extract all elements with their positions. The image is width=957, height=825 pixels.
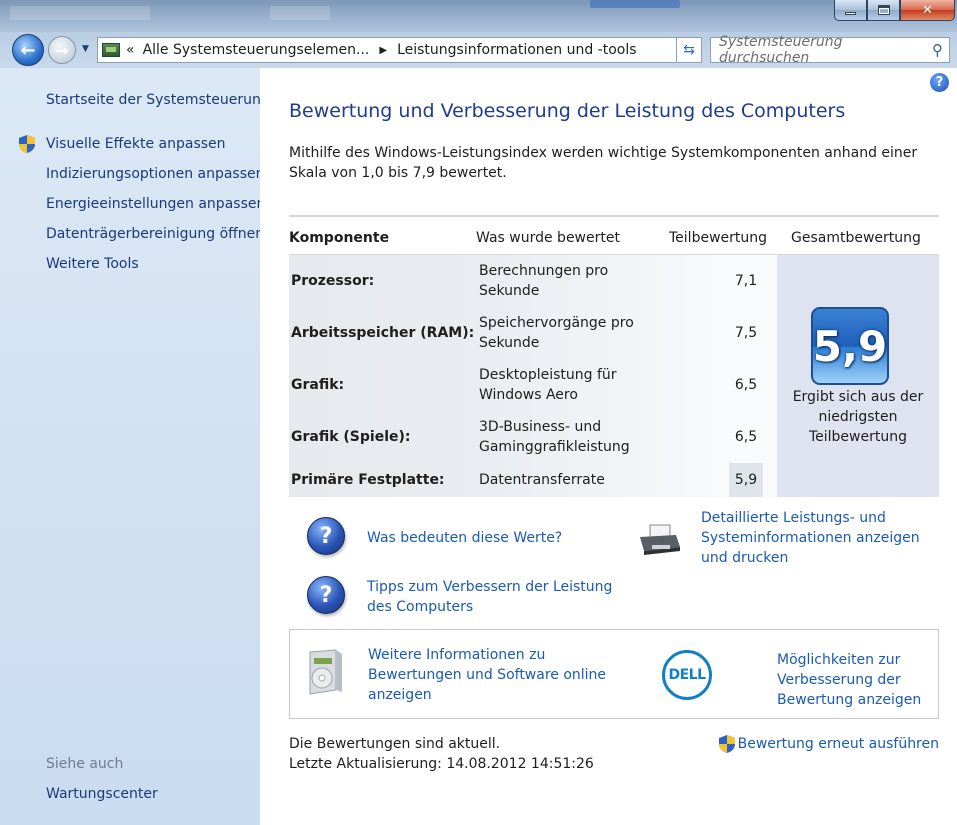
table-body: Prozessor: Berechnungen pro Sekunde 7,1 … (289, 255, 939, 497)
address-segment-performance[interactable]: Leistungsinformationen und -tools (397, 42, 636, 58)
component-name: Grafik: (291, 377, 345, 393)
rerun-assessment-label[interactable]: Bewertung erneut ausführen (738, 734, 939, 754)
help-icon[interactable]: ? (930, 73, 949, 92)
address-separator[interactable]: ▶ (379, 45, 387, 56)
see-also-heading: Siehe auch (46, 756, 124, 772)
refresh-button[interactable]: ⇆ (676, 37, 702, 63)
sidebar-item-disk-cleanup[interactable]: Datenträgerbereinigung öffnen (46, 226, 264, 242)
subscore-value: 7,5 (734, 325, 758, 341)
total-score-caption: Ergibt sich aus der niedrigsten Teilbewe… (792, 389, 924, 445)
table-row: Grafik: Desktopleistung für Windows Aero… (289, 359, 777, 411)
total-score-panel: 5,9 Ergibt sich aus der niedrigsten Teil… (777, 255, 939, 497)
info-box: Weitere Informationen zu Bewertungen und… (289, 629, 939, 719)
search-input[interactable]: Systemsteuerung durchsuchen ⚲ (710, 34, 950, 66)
close-icon: ✕ (922, 2, 933, 18)
link-what-values-mean[interactable]: Was bedeuten diese Werte? (367, 528, 562, 548)
link-detailed-info[interactable]: Detaillierte Leistungs- und Systeminform… (701, 508, 946, 568)
question-icon: ? (307, 576, 345, 614)
table-row: Grafik (Spiele): 3D-Business- und Gaming… (289, 411, 777, 463)
minimize-icon (845, 11, 856, 15)
table-header: Komponente Was wurde bewertet Teilbewert… (289, 215, 939, 255)
column-header-subscore: Teilbewertung (669, 230, 768, 246)
refresh-icon: ⇆ (683, 42, 695, 58)
search-icon[interactable]: ⚲ (932, 41, 943, 59)
rated-item: Speichervorgänge pro Sekunde (479, 315, 634, 351)
minimize-button[interactable] (834, 0, 867, 21)
sidebar-item-home[interactable]: Startseite der Systemsteuerung (46, 92, 270, 108)
rated-item: Desktopleistung für Windows Aero (479, 367, 617, 403)
table-row: Primäre Festplatte: Datentransferrate 5,… (289, 463, 777, 497)
component-name: Prozessor: (291, 273, 375, 289)
main-content: ? Bewertung und Verbesserung der Leistun… (260, 68, 957, 825)
total-score-badge: 5,9 (811, 307, 889, 385)
component-name: Grafik (Spiele): (291, 429, 411, 445)
arrow-right-icon: → (55, 40, 69, 60)
search-placeholder: Systemsteuerung durchsuchen (719, 34, 843, 66)
shield-icon (19, 135, 35, 153)
column-header-component: Komponente (289, 230, 390, 246)
software-box-icon (309, 649, 342, 695)
background-window-ghost (270, 6, 330, 20)
subscore-value-lowest: 5,9 (729, 463, 763, 497)
column-header-total: Gesamtbewertung (791, 230, 921, 246)
rated-item: Berechnungen pro Sekunde (479, 263, 609, 299)
page-title: Bewertung und Verbesserung der Leistung … (289, 100, 846, 122)
forward-button[interactable]: → (48, 36, 76, 64)
subscore-value: 6,5 (734, 429, 758, 445)
link-tips[interactable]: Tipps zum Verbessern der Leistung des Co… (367, 577, 617, 617)
subscore-value: 6,5 (734, 377, 758, 393)
title-bar: ✕ (0, 0, 957, 32)
back-button[interactable]: ← (12, 34, 44, 66)
address-segment-all-items[interactable]: Alle Systemsteuerungselemen... (143, 42, 370, 58)
status-last-update: Letzte Aktualisierung: 14.08.2012 14:51:… (289, 756, 594, 772)
rerun-assessment[interactable]: Bewertung erneut ausführen (718, 734, 939, 754)
address-bar[interactable]: « Alle Systemsteuerungselemen... ▶ Leist… (97, 37, 702, 63)
table-row: Arbeitsspeicher (RAM): Speichervorgänge … (289, 307, 777, 359)
question-icon: ? (307, 517, 345, 555)
sidebar: Startseite der Systemsteuerung Visuelle … (0, 68, 270, 825)
component-name: Primäre Festplatte: (291, 472, 445, 488)
recent-pages-dropdown[interactable]: ▼ (82, 44, 89, 54)
arrow-left-icon: ← (20, 39, 36, 61)
control-panel-icon (102, 43, 120, 57)
table-row: Prozessor: Berechnungen pro Sekunde 7,1 (289, 255, 777, 307)
maximize-icon (877, 5, 890, 15)
close-button[interactable]: ✕ (900, 0, 955, 21)
status-area: Die Bewertungen sind aktuell. Letzte Akt… (289, 734, 594, 774)
address-prefix[interactable]: « (126, 42, 135, 58)
rated-item: 3D-Business- und Gaminggrafikleistung (479, 419, 630, 455)
sidebar-item-action-center[interactable]: Wartungscenter (46, 786, 158, 802)
rated-item: Datentransferrate (479, 472, 605, 488)
maximize-button[interactable] (867, 0, 900, 21)
sidebar-item-power[interactable]: Energieeinstellungen anpassen (46, 196, 265, 212)
window-controls: ✕ (834, 0, 955, 21)
navigation-bar: ← → ▼ « Alle Systemsteuerungselemen... ▶… (0, 32, 957, 68)
column-header-rated: Was wurde bewertet (476, 230, 620, 246)
background-window-ghost (590, 0, 680, 8)
score-table: Komponente Was wurde bewertet Teilbewert… (289, 215, 939, 497)
page-description: Mithilfe des Windows-Leistungsindex werd… (289, 145, 918, 181)
link-dell-improve[interactable]: Möglichkeiten zur Verbesserung der Bewer… (777, 650, 927, 710)
sidebar-item-visual-effects[interactable]: Visuelle Effekte anpassen (46, 136, 226, 152)
link-online-info[interactable]: Weitere Informationen zu Bewertungen und… (368, 645, 608, 705)
component-name: Arbeitsspeicher (RAM): (291, 325, 475, 341)
sidebar-item-indexing[interactable]: Indizierungsoptionen anpassen (46, 166, 265, 182)
status-current: Die Bewertungen sind aktuell. (289, 736, 501, 752)
sidebar-item-more-tools[interactable]: Weitere Tools (46, 256, 139, 272)
subscore-value: 7,1 (734, 273, 758, 289)
background-window-ghost (10, 6, 150, 20)
dell-logo: DELL (662, 650, 712, 700)
shield-icon (718, 735, 735, 753)
printer-icon (640, 524, 680, 555)
